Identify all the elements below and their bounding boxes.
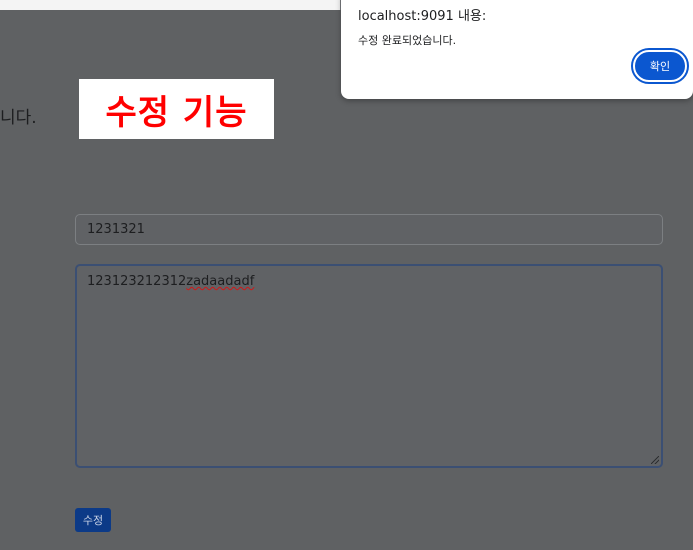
browser-top-strip-left [0, 0, 340, 10]
content-text-misspelled: zadaadadf [186, 274, 255, 289]
resize-grip-icon[interactable] [651, 456, 659, 464]
dialog-message: 수정 완료되었습니다. [358, 34, 457, 47]
edit-submit-button[interactable]: 수정 [75, 508, 111, 532]
title-input-value: 1231321 [87, 222, 145, 237]
annotation-label-box: 수정 기능 [79, 79, 274, 139]
content-textarea[interactable]: 123123212312zadaadadf [75, 264, 663, 468]
dialog-ok-button[interactable]: 확인 [631, 48, 689, 84]
page-heading-partial: 니다. [0, 108, 37, 128]
alert-dialog: localhost:9091 내용: 수정 완료되었습니다. 확인 [341, 0, 693, 99]
annotation-label: 수정 기능 [105, 92, 248, 133]
dialog-origin: localhost:9091 내용: [358, 9, 487, 24]
content-text: 123123212312 [87, 274, 187, 289]
title-input[interactable]: 1231321 [75, 214, 663, 245]
